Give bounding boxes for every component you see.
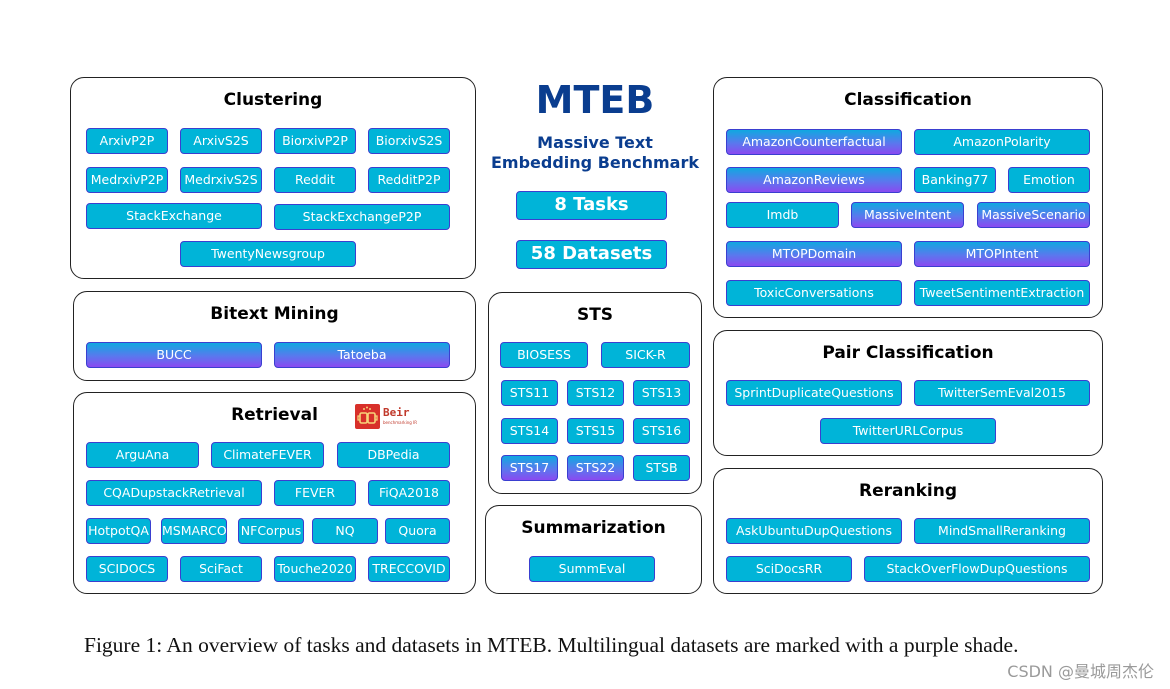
summarization-title: Summarization — [521, 518, 666, 538]
beir-logo-subtext: benchmarking IR — [383, 420, 417, 425]
dataset-chip-scidocs: SCIDOCS — [86, 556, 168, 582]
dataset-chip-imdb: Imdb — [726, 202, 839, 228]
dataset-chip-emotion: Emotion — [1008, 167, 1090, 193]
dataset-chip-massiveintent: MassiveIntent — [851, 202, 964, 228]
dataset-chip-sts15: STS15 — [567, 418, 624, 444]
datasets-count-badge: 58 Datasets — [516, 240, 667, 269]
dataset-chip-sts13: STS13 — [633, 380, 690, 406]
dataset-chip-scidocsrr: SciDocsRR — [726, 556, 852, 582]
dataset-chip-amazoncounterfactual: AmazonCounterfactual — [726, 129, 902, 155]
dataset-chip-sts14: STS14 — [501, 418, 558, 444]
dataset-chip-medrxivp2p: MedrxivP2P — [86, 167, 168, 193]
dataset-chip-stackexchangep2p: StackExchangeP2P — [274, 204, 450, 230]
dataset-chip-mindsmallreranking: MindSmallReranking — [914, 518, 1090, 544]
beir-logo: Beir benchmarking IR — [355, 404, 417, 430]
dataset-chip-arxivp2p: ArxivP2P — [86, 128, 168, 154]
dataset-chip-bucc: BUCC — [86, 342, 262, 368]
dataset-chip-sts11: STS11 — [501, 380, 558, 406]
dataset-chip-stsb: STSB — [633, 455, 690, 481]
dataset-chip-tweetsentimentextraction: TweetSentimentExtraction — [914, 280, 1090, 306]
dataset-chip-mtopintent: MTOPIntent — [914, 241, 1090, 267]
dataset-chip-sprintduplicatequestions: SprintDuplicateQuestions — [726, 380, 902, 406]
dataset-chip-scifact: SciFact — [180, 556, 262, 582]
pair-classification-title: Pair Classification — [822, 343, 994, 363]
mteb-subtitle-line2: Embedding Benchmark — [490, 153, 700, 172]
dataset-chip-twittersemeval2015: TwitterSemEval2015 — [914, 380, 1090, 406]
dataset-chip-twentynewsgroup: TwentyNewsgroup — [180, 241, 356, 267]
dataset-chip-stackoverflowdupquestions: StackOverFlowDupQuestions — [864, 556, 1090, 582]
bitext-mining-title: Bitext Mining — [210, 304, 339, 324]
figure-caption: Figure 1: An overview of tasks and datas… — [84, 633, 1019, 657]
dataset-chip-hotpotqa: HotpotQA — [86, 518, 151, 544]
dataset-chip-sts12: STS12 — [567, 380, 624, 406]
beer-mugs-icon — [355, 404, 380, 429]
mteb-title: MTEB — [535, 78, 655, 122]
dataset-chip-biorxivp2p: BiorxivP2P — [274, 128, 356, 154]
dataset-chip-treccovid: TRECCOVID — [368, 556, 450, 582]
dataset-chip-sts16: STS16 — [633, 418, 690, 444]
dataset-chip-redditp2p: RedditP2P — [368, 167, 450, 193]
dataset-chip-biorxivs2s: BiorxivS2S — [368, 128, 450, 154]
dataset-chip-summeval: SummEval — [529, 556, 655, 582]
dataset-chip-stackexchange: StackExchange — [86, 203, 262, 229]
reranking-title: Reranking — [859, 481, 957, 501]
dataset-chip-fever: FEVER — [274, 480, 356, 506]
dataset-chip-quora: Quora — [385, 518, 450, 544]
dataset-chip-mtopdomain: MTOPDomain — [726, 241, 902, 267]
tasks-count-badge: 8 Tasks — [516, 191, 667, 220]
dataset-chip-banking77: Banking77 — [914, 167, 996, 193]
dataset-chip-biosess: BIOSESS — [500, 342, 588, 368]
dataset-chip-cqadupstackretrieval: CQADupstackRetrieval — [86, 480, 262, 506]
dataset-chip-climatefever: ClimateFEVER — [211, 442, 324, 468]
sts-title: STS — [576, 305, 614, 325]
mteb-subtitle-line1: Massive Text — [537, 133, 653, 152]
dataset-chip-arxivs2s: ArxivS2S — [180, 128, 262, 154]
watermark: CSDN @曼城周杰伦 — [1007, 662, 1154, 681]
beir-logo-text: Beir — [383, 406, 410, 419]
dataset-chip-sts22: STS22 — [567, 455, 624, 481]
dataset-chip-askubuntudupquestions: AskUbuntuDupQuestions — [726, 518, 902, 544]
dataset-chip-medrxivs2s: MedrxivS2S — [180, 167, 262, 193]
dataset-chip-tatoeba: Tatoeba — [274, 342, 450, 368]
dataset-chip-toxicconversations: ToxicConversations — [726, 280, 902, 306]
dataset-chip-sts17: STS17 — [501, 455, 558, 481]
classification-title: Classification — [844, 90, 972, 110]
dataset-chip-touche2020: Touche2020 — [274, 556, 356, 582]
dataset-chip-twitterurlcorpus: TwitterURLCorpus — [820, 418, 996, 444]
dataset-chip-amazonpolarity: AmazonPolarity — [914, 129, 1090, 155]
dataset-chip-dbpedia: DBPedia — [337, 442, 450, 468]
dataset-chip-amazonreviews: AmazonReviews — [726, 167, 902, 193]
dataset-chip-nq: NQ — [312, 518, 378, 544]
dataset-chip-sick-r: SICK-R — [601, 342, 690, 368]
dataset-chip-reddit: Reddit — [274, 167, 356, 193]
dataset-chip-msmarco: MSMARCO — [161, 518, 227, 544]
dataset-chip-arguana: ArguAna — [86, 442, 199, 468]
dataset-chip-nfcorpus: NFCorpus — [238, 518, 304, 544]
dataset-chip-fiqa2018: FiQA2018 — [368, 480, 450, 506]
dataset-chip-massivescenario: MassiveScenario — [977, 202, 1090, 228]
clustering-title: Clustering — [223, 90, 323, 110]
